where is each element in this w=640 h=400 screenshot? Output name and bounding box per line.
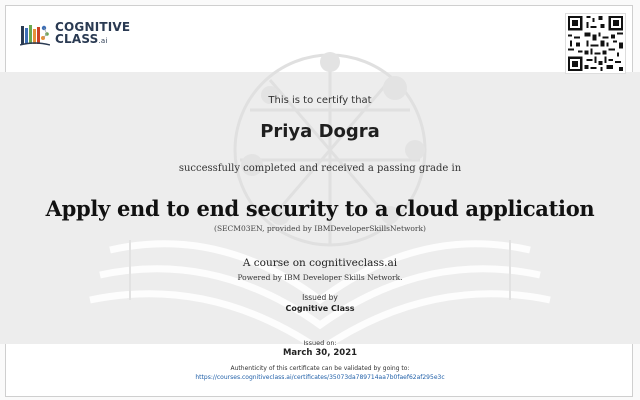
recipient-name: Priya Dogra xyxy=(260,121,380,142)
issued-on-date: March 30, 2021 xyxy=(282,348,358,358)
course-code: (SECM03EN, provided by IBMDeveloperSkill… xyxy=(214,224,426,233)
issued-by-label: Issued by xyxy=(302,293,338,302)
powered-by-text: Powered by IBM Developer Skills Network. xyxy=(237,273,403,282)
course-title: Apply end to end security to a cloud app… xyxy=(45,196,595,221)
issued-on-label: Issued on: xyxy=(303,339,337,347)
issued-by: Cognitive Class xyxy=(285,304,355,313)
certificate-body: This is to certify that Priya Dogra succ… xyxy=(0,0,640,400)
certify-text: This is to certify that xyxy=(268,95,372,106)
authenticity-text: Authenticity of this certificate can be … xyxy=(230,365,410,372)
validation-link[interactable]: https://courses.cognitiveclass.ai/certif… xyxy=(0,374,640,381)
completion-text: successfully completed and received a pa… xyxy=(178,163,462,174)
platform-text: A course on cognitiveclass.ai xyxy=(242,257,398,269)
